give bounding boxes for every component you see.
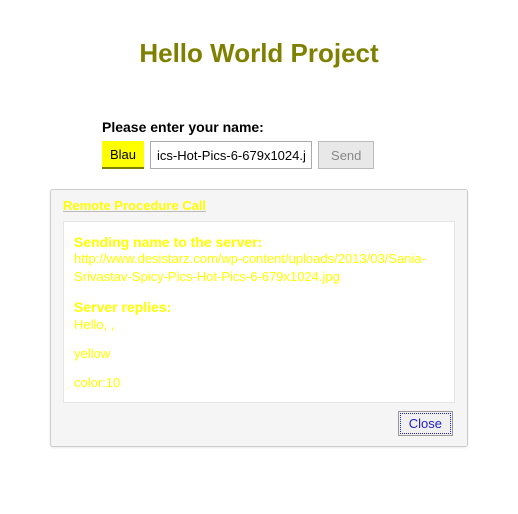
name-input[interactable] [150, 141, 312, 169]
name-label: Please enter your name: [102, 119, 478, 135]
reply-color: yellow [74, 346, 444, 361]
name-form: Please enter your name: Blau Send [102, 119, 478, 169]
dialog-body: Sending name to the server: http://www.d… [63, 221, 455, 403]
reply-count: color:10 [74, 375, 444, 390]
rpc-dialog: Remote Procedure Call Sending name to th… [50, 189, 468, 447]
send-button[interactable]: Send [318, 141, 374, 169]
close-button[interactable]: Close [398, 411, 453, 436]
reply-hello: Hello, , [74, 317, 444, 332]
page-title: Hello World Project [40, 38, 478, 69]
dialog-title: Remote Procedure Call [63, 198, 455, 213]
sending-label: Sending name to the server: [74, 234, 444, 250]
sending-url: http://www.desistarz.com/wp-content/uplo… [74, 250, 444, 285]
color-label-box[interactable]: Blau [102, 141, 144, 169]
dialog-footer: Close [63, 411, 455, 436]
reply-label: Server replies: [74, 299, 444, 315]
